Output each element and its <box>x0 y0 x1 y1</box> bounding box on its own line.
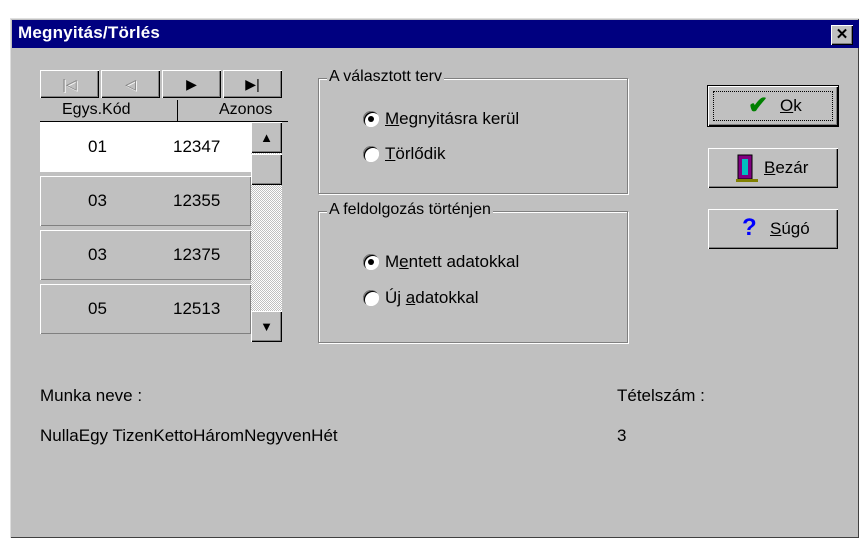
next-record-button[interactable]: ▶ <box>162 70 221 98</box>
radio-saved-data-indicator[interactable] <box>363 254 379 270</box>
record-navigator: |◁ ◁ ▶ ▶| <box>40 70 284 98</box>
cell-kod: 03 <box>88 191 107 210</box>
processing-groupbox: A feldolgozás történjen Mentett adatokka… <box>318 201 628 343</box>
cell-kod: 01 <box>88 137 107 156</box>
scroll-thumb[interactable] <box>251 154 282 185</box>
radio-open-indicator[interactable] <box>363 111 379 127</box>
scroll-down-button[interactable]: ▼ <box>251 311 282 342</box>
table-row[interactable]: 05 12513 <box>40 284 251 334</box>
help-button-label: Súgó <box>770 219 810 238</box>
radio-delete-indicator[interactable] <box>363 146 379 162</box>
vertical-scrollbar[interactable]: ▲ ▼ <box>251 122 282 342</box>
column-header-egys-kod[interactable]: Egys.Kód <box>40 100 178 122</box>
scroll-up-button[interactable]: ▲ <box>251 122 282 153</box>
column-header-azonos[interactable]: Azonos <box>178 100 288 122</box>
munka-value: NullaEgy TizenKettoHáromNegyvenHét <box>40 426 338 445</box>
cell-azonos: 12513 <box>173 299 221 318</box>
last-record-button[interactable]: ▶| <box>223 70 282 98</box>
first-record-icon: |◁ <box>62 76 77 92</box>
arrow-down-icon: ▼ <box>260 319 273 334</box>
cell-azonos: 12375 <box>173 245 221 264</box>
table-row[interactable]: 03 12355 <box>40 176 251 226</box>
door-exit-icon <box>736 153 758 190</box>
close-dialog-button[interactable]: Bezár <box>708 148 838 188</box>
tetel-label: Tételszám : <box>617 386 705 405</box>
ok-button[interactable]: ✔ Ok <box>708 86 838 126</box>
radio-new-data-indicator[interactable] <box>363 290 379 306</box>
plan-groupbox-legend: A választott terv <box>327 68 444 86</box>
arrow-up-icon: ▲ <box>260 130 273 145</box>
cell-kod: 03 <box>88 245 107 264</box>
processing-groupbox-legend: A feldolgozás történjen <box>327 201 493 219</box>
question-mark-icon: ? <box>742 214 757 241</box>
plan-groupbox: A választott terv Megnyitásra kerül Törl… <box>318 68 628 194</box>
prior-record-button[interactable]: ◁ <box>101 70 160 98</box>
next-record-icon: ▶ <box>186 76 197 92</box>
cell-azonos: 12347 <box>173 137 221 156</box>
table-row[interactable]: 03 12375 <box>40 230 251 280</box>
munka-label: Munka neve : <box>40 386 143 405</box>
cell-azonos: 12355 <box>173 191 221 210</box>
cell-kod: 05 <box>88 299 107 318</box>
checkmark-icon: ✔ <box>748 92 769 119</box>
last-record-icon: ▶| <box>245 76 260 92</box>
first-record-button[interactable]: |◁ <box>40 70 99 98</box>
tetel-value: 3 <box>617 426 627 445</box>
ok-button-label: Ok <box>780 96 802 115</box>
prior-record-icon: ◁ <box>125 76 136 92</box>
help-button[interactable]: ? Súgó <box>708 209 838 249</box>
close-dialog-button-label: Bezár <box>764 158 809 177</box>
table-row[interactable]: 01 12347 <box>40 122 251 172</box>
